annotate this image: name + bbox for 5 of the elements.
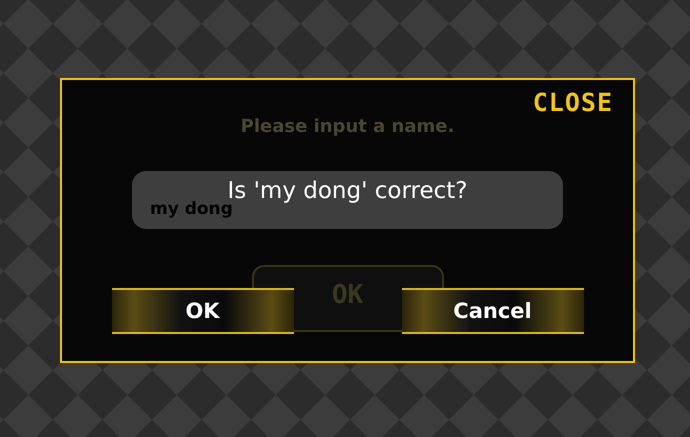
ok-button[interactable]: OK [112,288,294,334]
prompt-text: Please input a name. [240,116,454,137]
cancel-button[interactable]: Cancel [402,288,584,334]
close-button[interactable]: CLOSE [532,88,613,118]
confirm-message: Is 'my dong' correct? [228,178,468,204]
